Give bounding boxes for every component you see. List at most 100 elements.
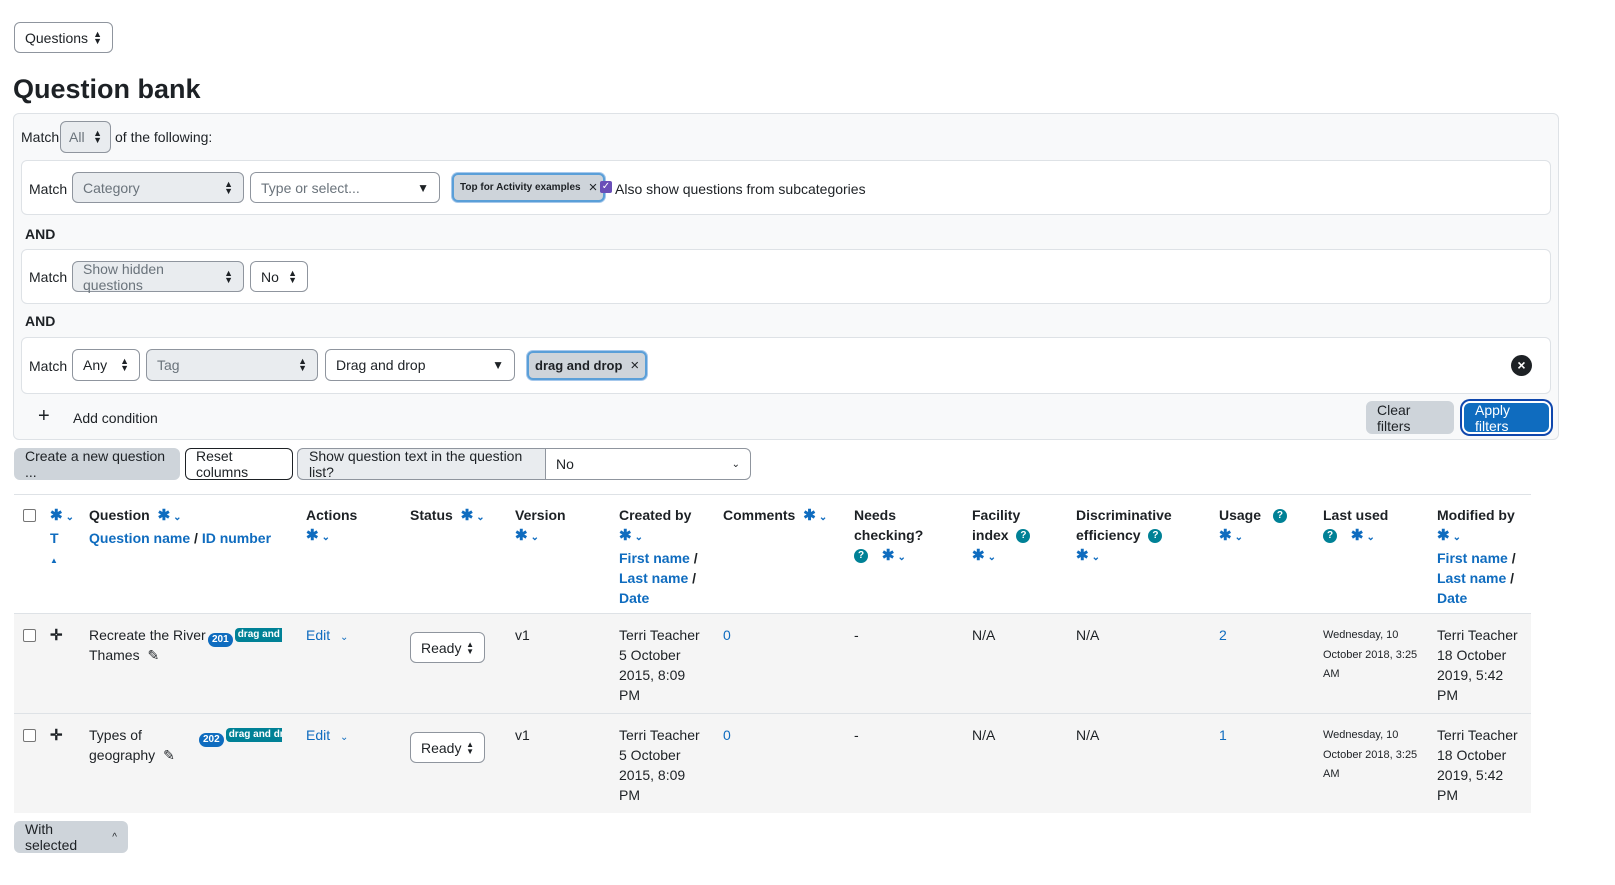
sort-date-link[interactable]: Date <box>1437 590 1467 606</box>
gear-icon[interactable]: ✱ <box>972 547 985 564</box>
gear-icon[interactable]: ✱ <box>1219 527 1232 544</box>
chevron-down-icon[interactable]: ⌄ <box>988 552 996 563</box>
condition-type-select[interactable]: Tag ▲ ▼ <box>146 349 318 381</box>
sort-last-name-link[interactable]: Last name <box>619 570 688 586</box>
select-all-checkbox[interactable] <box>23 509 36 522</box>
gear-icon[interactable]: ✱ <box>882 547 895 564</box>
header-last-used: Last used ? ✱ ⌄ <box>1323 505 1388 548</box>
help-icon[interactable]: ? <box>1272 509 1287 524</box>
remove-chip-icon[interactable]: × <box>589 179 598 196</box>
help-icon[interactable]: ? <box>1016 529 1031 544</box>
header-modified-by: Modified by ✱ ⌄ First name / Last name / … <box>1437 507 1516 606</box>
edit-link[interactable]: Edit <box>306 727 330 743</box>
show-text-value: No <box>556 456 574 472</box>
status-select[interactable]: Ready ▲ ▼ <box>410 632 485 663</box>
gear-icon[interactable]: ✱ <box>1351 527 1364 544</box>
question-badges: 201drag and drop <box>208 628 282 647</box>
create-question-button[interactable]: Create a new question ... <box>14 448 180 480</box>
chevron-down-icon[interactable]: ⌄ <box>635 532 643 543</box>
bank-nav-select[interactable]: Questions ▲ ▼ <box>14 22 113 53</box>
created-line-2: 5 October <box>619 747 681 763</box>
show-text-select[interactable]: No ⌄ <box>545 448 751 480</box>
modified-by-value: Terri Teacher 18 October 2019, 5:42 PM <box>1437 725 1518 805</box>
gear-icon[interactable]: ✱ <box>461 507 474 524</box>
sort-id-number-link[interactable]: ID number <box>202 530 271 546</box>
condition-type-value: Tag <box>157 357 180 373</box>
sort-first-name-link[interactable]: First name <box>1437 550 1508 566</box>
chevron-down-icon[interactable]: ⌄ <box>897 552 905 563</box>
comments-link[interactable]: 0 <box>723 725 731 745</box>
drag-move-icon[interactable]: ✛ <box>50 626 63 644</box>
row-checkbox[interactable] <box>23 729 36 742</box>
drag-move-icon[interactable]: ✛ <box>50 726 63 744</box>
help-icon[interactable]: ? <box>1323 529 1337 544</box>
with-selected-button[interactable]: With selected ^ <box>14 821 128 853</box>
tag-chip[interactable]: drag and drop × <box>527 351 648 380</box>
tag-join-select[interactable]: Any ▲ ▼ <box>72 349 140 381</box>
chevron-down-icon[interactable]: ⌄ <box>340 732 348 743</box>
tag-chip-label: drag and drop <box>535 358 623 373</box>
category-search-input[interactable]: Type or select... ▼ <box>250 172 440 203</box>
chevron-down-icon[interactable]: ⌄ <box>531 532 539 543</box>
edit-link[interactable]: Edit <box>306 627 330 643</box>
sort-first-name-link[interactable]: First name <box>619 550 690 566</box>
condition-type-select[interactable]: Category ▲ ▼ <box>72 172 244 203</box>
gear-icon[interactable]: ✱ <box>158 507 171 524</box>
gear-icon[interactable]: ✱ <box>1437 527 1450 544</box>
chevron-down-icon[interactable]: ⌄ <box>1235 532 1243 543</box>
facility-value: N/A <box>972 727 996 743</box>
add-condition-icon[interactable]: + <box>38 405 50 428</box>
gear-icon[interactable]: ✱ <box>515 527 528 544</box>
remove-chip-icon[interactable]: × <box>630 357 639 374</box>
row-checkbox[interactable] <box>23 629 36 642</box>
sort-last-name-link[interactable]: Last name <box>1437 570 1506 586</box>
and-label: AND <box>25 226 56 242</box>
chevron-down-icon[interactable]: ⌄ <box>819 512 827 523</box>
condition-type-select[interactable]: Show hidden questions ▲ ▼ <box>72 261 244 293</box>
chevron-down-icon[interactable]: ⌄ <box>66 512 74 523</box>
edit-menu[interactable]: Edit ⌄ <box>306 625 348 648</box>
remove-condition-icon[interactable]: × <box>1511 355 1532 376</box>
help-icon[interactable]: ? <box>854 549 868 564</box>
chevron-down-icon[interactable]: ⌄ <box>1092 552 1100 563</box>
help-icon[interactable]: ? <box>1148 529 1163 544</box>
tag-search-input[interactable]: Drag and drop ▼ <box>325 349 515 381</box>
header-facility-label-2: index <box>972 527 1009 543</box>
gear-icon[interactable]: ✱ <box>1076 547 1089 564</box>
hidden-value-select[interactable]: No ▲ ▼ <box>250 261 308 292</box>
chevron-down-icon[interactable]: ⌄ <box>173 512 181 523</box>
category-chip[interactable]: Top for Activity examples × <box>452 173 606 202</box>
sort-type-link[interactable]: T <box>50 530 59 546</box>
sort-question-name-link[interactable]: Question name <box>89 530 190 546</box>
chevron-down-icon[interactable]: ⌄ <box>1453 532 1461 543</box>
comments-link[interactable]: 0 <box>723 625 731 645</box>
sort-date-link[interactable]: Date <box>619 590 649 606</box>
subcategories-checkbox[interactable]: ✓ <box>600 181 612 193</box>
reset-columns-button[interactable]: Reset columns <box>185 448 293 480</box>
status-select[interactable]: Ready ▲ ▼ <box>410 732 485 763</box>
chevron-down-icon[interactable]: ⌄ <box>476 512 484 523</box>
created-line-4: PM <box>619 687 640 703</box>
usage-link[interactable]: 1 <box>1219 725 1227 745</box>
pencil-icon[interactable]: ✎ <box>163 747 175 763</box>
created-line-1: Terri Teacher <box>619 727 700 743</box>
question-name: Recreate the River Thames ✎ <box>89 625 207 665</box>
gear-icon[interactable]: ✱ <box>306 527 319 544</box>
edit-menu[interactable]: Edit ⌄ <box>306 725 348 748</box>
clear-filters-button[interactable]: Clear filters <box>1366 401 1454 434</box>
usage-link[interactable]: 2 <box>1219 625 1227 645</box>
add-condition-link[interactable]: Add condition <box>73 410 158 426</box>
chevron-down-icon[interactable]: ⌄ <box>322 532 330 543</box>
condition-match-label: Match <box>29 358 68 374</box>
gear-icon[interactable]: ✱ <box>50 507 63 524</box>
apply-filters-button[interactable]: Apply filters <box>1464 402 1549 434</box>
gear-icon[interactable]: ✱ <box>619 527 632 544</box>
pencil-icon[interactable]: ✎ <box>147 647 159 663</box>
gear-icon[interactable]: ✱ <box>803 507 816 524</box>
chevron-down-icon[interactable]: ⌄ <box>1366 532 1374 543</box>
header-needs-checking: Needs checking? ? ✱ ⌄ <box>854 505 923 568</box>
header-actions: Actions ✱ ⌄ <box>306 505 357 548</box>
chevron-down-icon[interactable]: ⌄ <box>340 632 348 643</box>
tag-join-value: Any <box>83 357 108 373</box>
match-all-select[interactable]: All ▲ ▼ <box>60 121 111 153</box>
